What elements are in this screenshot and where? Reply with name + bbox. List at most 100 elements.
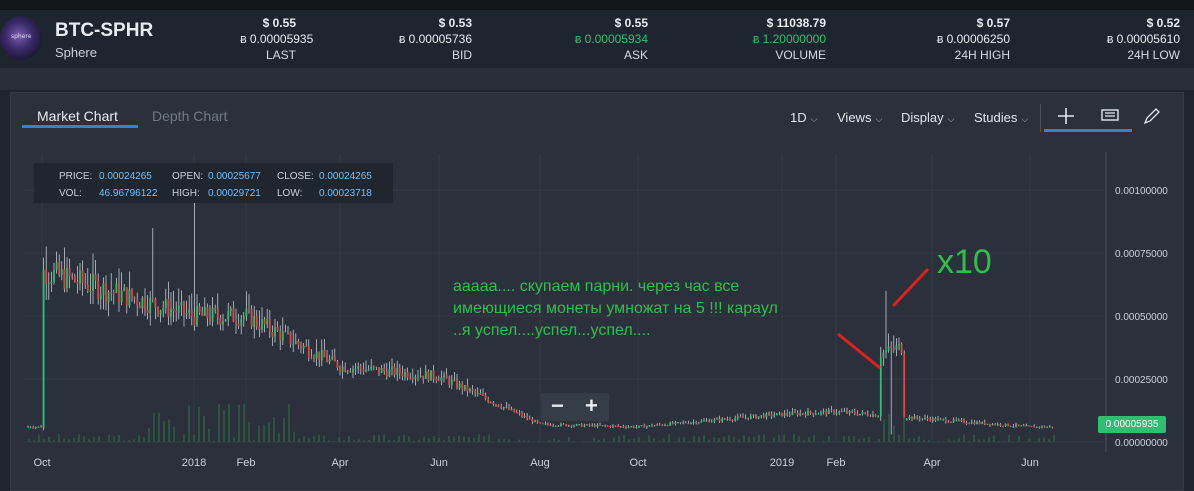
tab-depth-chart[interactable]: Depth Chart: [152, 108, 227, 124]
volume-bar: [73, 438, 75, 442]
candle-body: [932, 418, 934, 421]
studies-dropdown[interactable]: Studies⌵: [974, 110, 1028, 125]
candle-body: [589, 424, 591, 425]
candle-body: [155, 299, 157, 308]
volume-bar: [513, 441, 515, 442]
btc-icon: Ƀ: [399, 35, 406, 46]
candle-body: [313, 358, 315, 359]
volume-bar: [483, 436, 485, 442]
candle-body: [269, 319, 271, 332]
zoom-in-button[interactable]: +: [585, 395, 598, 417]
volume-bar: [518, 440, 520, 442]
candle-body: [204, 307, 206, 316]
candle-body: [602, 425, 604, 426]
candle-body: [578, 424, 580, 425]
volume-bar: [383, 435, 385, 442]
candle-body: [433, 370, 435, 378]
candle-body: [781, 413, 783, 416]
candle-body: [883, 352, 885, 357]
candle-body: [1007, 424, 1009, 426]
candle-body: [506, 407, 508, 408]
candle-body: [1015, 425, 1017, 427]
candle-body: [277, 327, 279, 331]
display-dropdown[interactable]: Display⌵: [901, 110, 954, 125]
candle-body: [547, 424, 549, 425]
candle-body: [253, 316, 255, 327]
candle-body: [66, 268, 68, 288]
volume-bar: [288, 404, 290, 442]
volume-bar: [418, 440, 420, 442]
candle-body: [311, 357, 313, 358]
candle-body: [571, 425, 573, 426]
candle-body: [532, 419, 534, 422]
volume-bar: [188, 406, 190, 442]
interval-dropdown[interactable]: 1D⌵: [790, 110, 817, 125]
volume-bar: [278, 433, 280, 442]
volume-bar: [228, 404, 230, 442]
stat-label: LAST: [240, 48, 296, 64]
candle-body: [487, 399, 489, 402]
candle-body: [443, 374, 445, 377]
btc-icon: Ƀ: [575, 35, 582, 46]
candle-body: [698, 422, 700, 423]
stat-usd: $ 0.52: [1080, 16, 1180, 32]
volume-bar: [378, 435, 380, 442]
annotation-line-2: имеющиеся монеты умножат на 5 !!! караул: [453, 298, 778, 319]
candle-body: [555, 426, 557, 427]
views-dropdown[interactable]: Views⌵: [837, 110, 882, 125]
stat-usd: $ 0.55: [240, 16, 296, 32]
tab-market-chart[interactable]: Market Chart: [37, 108, 118, 124]
candle-body: [282, 332, 284, 341]
candle-body: [43, 270, 45, 428]
zoom-out-button[interactable]: −: [551, 395, 564, 417]
candle-body: [630, 426, 632, 427]
stat-btc: 0.00005935: [250, 32, 313, 46]
volume-bar: [463, 437, 465, 442]
candle-body: [58, 262, 60, 274]
candle-body: [1010, 426, 1012, 427]
candle-body: [573, 426, 575, 427]
candle-body: [500, 407, 502, 409]
volume-bar: [748, 437, 750, 442]
candle-body: [194, 317, 196, 326]
candle-body: [108, 292, 110, 302]
message-icon: [1101, 109, 1119, 123]
volume-bar: [833, 441, 835, 442]
high-label: HIGH:: [172, 188, 200, 199]
draw-button[interactable]: [1130, 103, 1174, 129]
candle-body: [784, 413, 786, 416]
chevron-down-icon: ⌵: [875, 114, 882, 124]
candle-body: [495, 404, 497, 405]
coin-logo: sphere: [0, 16, 42, 60]
candle-body: [298, 341, 300, 345]
candle-body: [97, 281, 99, 300]
candle-body: [794, 412, 796, 413]
candle-body: [370, 366, 372, 369]
candle-body: [633, 426, 635, 427]
candle-body: [669, 423, 671, 426]
volume-bar: [318, 435, 320, 442]
stat-btc: 0.00005736: [409, 32, 472, 46]
candle-body: [537, 420, 539, 422]
volume-bar: [758, 435, 760, 442]
candle-body: [924, 418, 926, 419]
candle-body: [862, 412, 864, 413]
candle-body: [160, 310, 162, 314]
candle-body: [929, 419, 931, 421]
candle-body: [467, 385, 469, 392]
candle-body: [45, 270, 47, 285]
candle-body: [459, 384, 461, 388]
candle-body: [448, 378, 450, 384]
candle-body: [724, 418, 726, 419]
interval-label: 1D: [790, 110, 807, 125]
volume-bar: [668, 434, 670, 442]
crosshair-button[interactable]: [1044, 103, 1088, 132]
candle-body: [797, 413, 799, 416]
candle-body: [30, 427, 32, 428]
candle-body: [79, 270, 81, 283]
info-box-button[interactable]: [1088, 103, 1132, 132]
candle-body: [747, 418, 749, 419]
stat-24h-high: $ 0.57 Ƀ0.00006250 24H HIGH: [910, 16, 1010, 64]
volume-bar: [448, 436, 450, 442]
volume-bar: [283, 418, 285, 442]
